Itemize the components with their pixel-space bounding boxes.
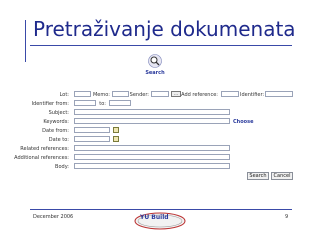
add-reference-label: Add reference:: [181, 92, 218, 98]
date-from-input[interactable]: [74, 127, 110, 133]
keywords-label: Keywords:: [43, 119, 69, 125]
date-to-label: Date to:: [48, 137, 69, 143]
date-to-calendar-icon[interactable]: [113, 136, 119, 142]
body-label: Body:: [55, 164, 69, 170]
date-to-input[interactable]: [74, 136, 110, 142]
identifier-to-label: to:: [99, 101, 106, 107]
additional-references-input[interactable]: [74, 154, 230, 160]
date-from-calendar-icon[interactable]: [113, 127, 119, 133]
subject-input[interactable]: [74, 109, 230, 115]
memo-label: Memo:: [92, 92, 110, 98]
related-references-label: Related references:: [20, 146, 69, 152]
add-reference-input[interactable]: [221, 91, 239, 97]
footer-date: December 2006: [33, 214, 74, 220]
subject-label: Subject:: [48, 110, 69, 116]
body-input[interactable]: [74, 163, 230, 169]
lot-label: Lot:: [59, 92, 69, 98]
related-references-input[interactable]: [74, 145, 230, 151]
keywords-input[interactable]: [74, 118, 230, 124]
footer-rule: [30, 209, 292, 210]
date-from-label: Date from:: [42, 128, 69, 134]
cancel-button[interactable]: Cancel: [271, 172, 293, 180]
identifier-input[interactable]: [265, 91, 293, 97]
logo-text: YU Build: [140, 214, 169, 221]
additional-references-label: Additional references:: [14, 155, 69, 161]
identifier-from-label: Identifier from:: [31, 101, 69, 107]
page-number: 9: [285, 214, 289, 220]
sender-input[interactable]: [151, 91, 169, 97]
search-button[interactable]: Search: [247, 172, 269, 180]
identifier-to-input[interactable]: [109, 100, 131, 106]
identifier-from-input[interactable]: [74, 100, 96, 106]
choose-keywords-link[interactable]: Choose: [233, 119, 253, 125]
identifier-label: Identifier:: [240, 92, 265, 98]
sender-label: Sender:: [129, 92, 149, 98]
